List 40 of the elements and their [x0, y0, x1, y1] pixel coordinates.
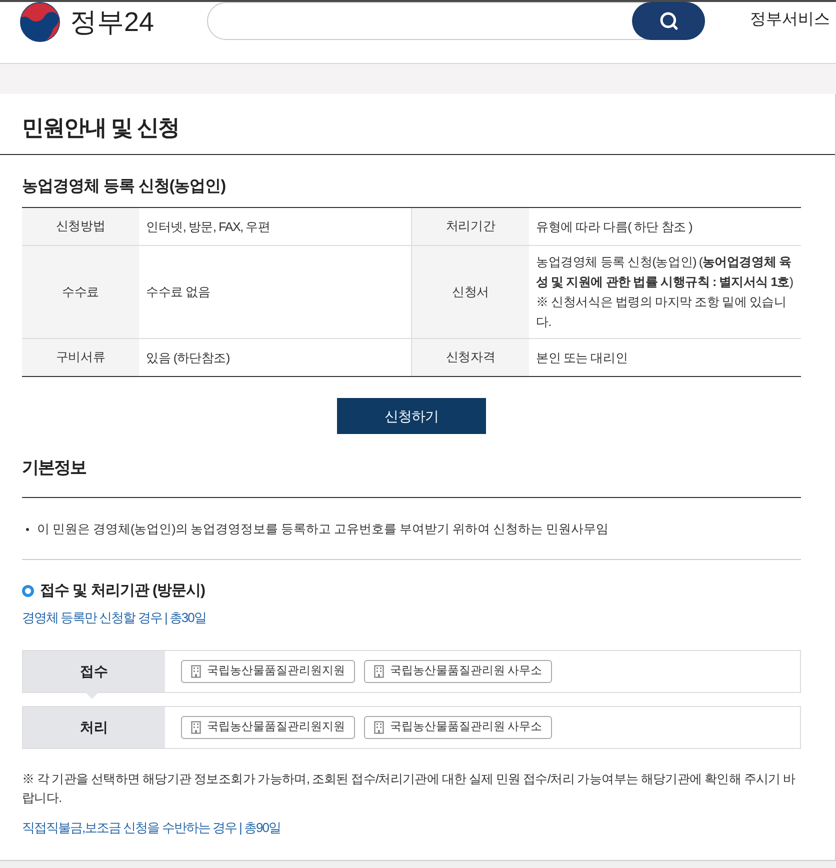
table-cell-text: 인터넷, 방문, FAX, 우편 [146, 218, 270, 236]
table-header-cell: 처리기간 [411, 208, 529, 245]
table-cell-text: 유형에 따라 다름( 하단 참조 ) [536, 218, 692, 236]
bullet-text: 이 민원은 경영체(농업인)의 농업경영정보를 등록하고 고유번호를 부여받기 위하여 신청하는 민원사무임 [37, 521, 609, 538]
bullet-icon [26, 528, 29, 530]
table-header-cell: 신청방법 [22, 208, 139, 245]
case-link[interactable]: 경영체 등록만 신청할 경우 | 총30일 [22, 608, 206, 628]
case-link[interactable]: 직접직불금,보조금 신청을 수반하는 경우 | 총90일 [22, 818, 281, 838]
search-icon [658, 11, 678, 31]
office-button[interactable]: 국립농산물품질관리원지원 [181, 716, 355, 739]
office-row-label: 접수 [23, 651, 165, 692]
search-field[interactable] [207, 2, 705, 40]
note-text: ※ 각 기관을 선택하면 해당기관 정보조회가 가능하며, 조회된 접수/처리기관에 대한 실제 민원 접수/처리 가능여부는 해당기관에 확인해 주시기 바랍니다. [22, 771, 796, 807]
table-header-cell: 신청서 [411, 246, 529, 338]
office-button[interactable]: 국립농산물품질관리원 사무소 [364, 716, 552, 739]
ring-icon [22, 585, 34, 597]
table-cell-text: 농업경영체 등록 신청(농업인) (농어업경영체 육성 및 지원에 관한 법률 시행규칙 : 별지서식 1호) [536, 254, 794, 291]
logo-text[interactable]: 정부24 [70, 4, 154, 40]
logo-icon [20, 2, 60, 42]
office-row-label: 처리 [23, 707, 165, 748]
building-icon [374, 721, 384, 734]
table-cell-text: 수수료 없음 [146, 284, 210, 301]
search-button[interactable] [632, 2, 705, 40]
table-header-cell: 신청자격 [411, 339, 529, 376]
apply-button[interactable]: 신청하기 [337, 398, 486, 434]
table-cell-text: 본인 또는 대리인 [536, 350, 628, 366]
table-header-cell: 구비서류 [22, 339, 139, 376]
building-icon [374, 665, 384, 678]
section-title: 농업경영체 등록 신청(농업인) [22, 177, 226, 197]
building-icon [191, 665, 201, 678]
table-header-cell: 수수료 [22, 246, 139, 338]
table-cell-text: 있음 (하단참조) [146, 350, 230, 367]
nav-menu-item[interactable]: 정부서비스 [750, 2, 830, 38]
subsection-title: 접수 및 처리기관 (방문시) [40, 581, 205, 601]
building-icon [191, 721, 201, 734]
office-button[interactable]: 국립농산물품질관리원지원 [181, 660, 355, 683]
page-title: 민원안내 및 신청 [22, 114, 180, 142]
form-note-text: ※ 신청서식은 법령의 마지막 조항 밑에 있습니다. [536, 294, 788, 331]
section-title: 기본정보 [22, 457, 86, 479]
office-button[interactable]: 국립농산물품질관리원 사무소 [364, 660, 552, 683]
